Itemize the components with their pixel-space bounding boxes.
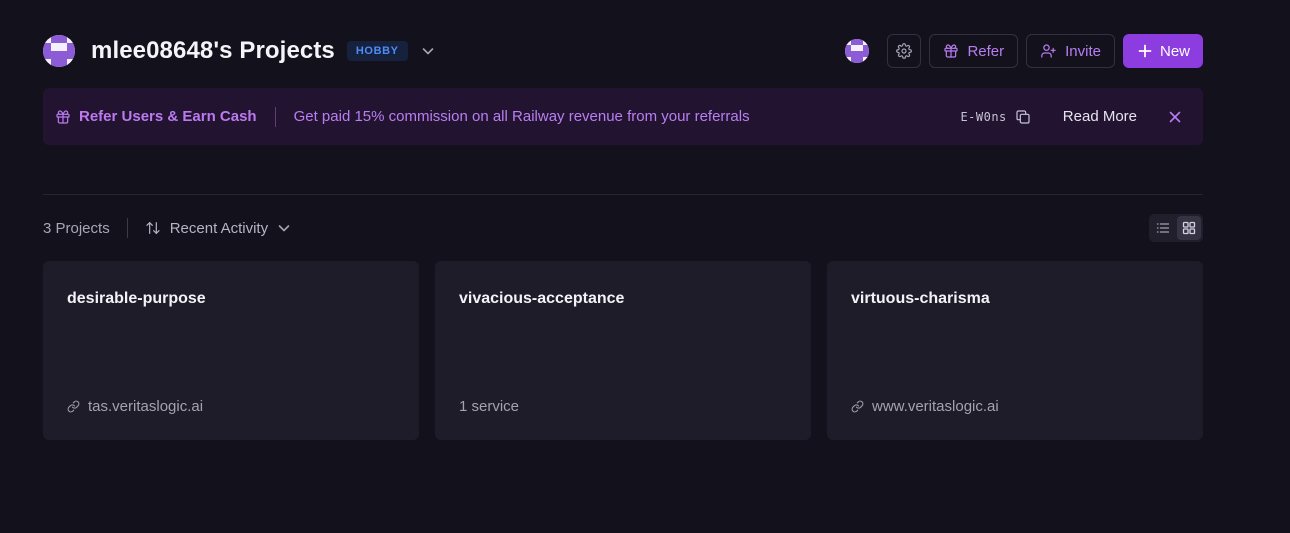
read-more-link[interactable]: Read More xyxy=(1063,108,1137,125)
sort-label: Recent Activity xyxy=(169,219,269,237)
grid-icon xyxy=(1182,221,1196,235)
project-grid: desirable-purpose tas.veritaslogic.ai vi… xyxy=(43,261,1203,440)
project-name: vivacious-acceptance xyxy=(459,290,625,307)
gear-icon xyxy=(896,43,913,59)
close-icon[interactable] xyxy=(1169,111,1181,123)
banner-divider xyxy=(274,106,276,127)
referral-banner: Refer Users & Earn Cash Get paid 15% com… xyxy=(43,88,1203,145)
settings-button[interactable] xyxy=(887,34,922,68)
project-count: 3 Projects xyxy=(43,219,110,237)
project-footer: 1 service xyxy=(459,398,519,415)
grid-view-button[interactable] xyxy=(1177,216,1201,240)
team-switcher-chevron-icon[interactable] xyxy=(420,43,436,59)
invite-button[interactable]: Invite xyxy=(1026,34,1115,68)
chevron-down-icon xyxy=(277,221,291,235)
dashboard-page: mlee08648's Projects HOBBY Refer Invite … xyxy=(0,0,1290,533)
project-domain: www.veritaslogic.ai xyxy=(872,398,999,415)
project-footer: tas.veritaslogic.ai xyxy=(67,398,203,415)
gift-icon xyxy=(55,109,71,125)
link-icon xyxy=(851,400,864,413)
user-avatar[interactable] xyxy=(845,39,870,63)
projects-toolbar: 3 Projects Recent Activity xyxy=(43,214,1203,242)
sort-dropdown[interactable]: Recent Activity xyxy=(145,220,291,237)
refer-button[interactable]: Refer xyxy=(929,34,1019,68)
sort-icon xyxy=(145,220,161,236)
plan-badge: HOBBY xyxy=(346,41,408,61)
service-count: 1 service xyxy=(459,398,520,415)
link-icon xyxy=(67,400,80,413)
view-toggle xyxy=(1149,214,1203,242)
gift-icon xyxy=(943,43,959,59)
banner-title[interactable]: Refer Users & Earn Cash xyxy=(55,108,257,125)
section-divider xyxy=(43,194,1203,195)
project-card[interactable]: virtuous-charisma www.veritaslogic.ai xyxy=(827,261,1203,440)
new-project-button[interactable]: New xyxy=(1122,34,1203,68)
project-name: desirable-purpose xyxy=(67,290,206,307)
project-domain: tas.veritaslogic.ai xyxy=(88,398,204,415)
banner-actions: E-W0ns Read More xyxy=(960,108,1191,125)
page-title: mlee08648's Projects xyxy=(91,37,335,64)
list-view-button[interactable] xyxy=(1151,216,1175,240)
user-plus-icon xyxy=(1040,43,1057,59)
header-actions: Refer Invite New xyxy=(845,34,1203,68)
referral-code: E-W0ns xyxy=(960,109,1007,124)
toolbar-divider xyxy=(126,218,128,238)
invite-button-label: Invite xyxy=(1065,42,1101,60)
project-name: virtuous-charisma xyxy=(851,290,990,307)
project-footer: www.veritaslogic.ai xyxy=(851,398,999,415)
refer-button-label: Refer xyxy=(967,42,1005,60)
new-button-label: New xyxy=(1159,42,1190,60)
banner-title-label: Refer Users & Earn Cash xyxy=(79,108,257,125)
team-avatar xyxy=(43,35,75,67)
project-card[interactable]: vivacious-acceptance 1 service xyxy=(435,261,811,440)
project-card[interactable]: desirable-purpose tas.veritaslogic.ai xyxy=(43,261,419,440)
banner-description: Get paid 15% commission on all Railway r… xyxy=(293,108,750,125)
page-header: mlee08648's Projects HOBBY Refer Invite … xyxy=(43,33,1203,69)
copy-icon[interactable] xyxy=(1015,109,1031,125)
plus-icon xyxy=(1138,44,1152,58)
list-icon xyxy=(1156,221,1170,235)
